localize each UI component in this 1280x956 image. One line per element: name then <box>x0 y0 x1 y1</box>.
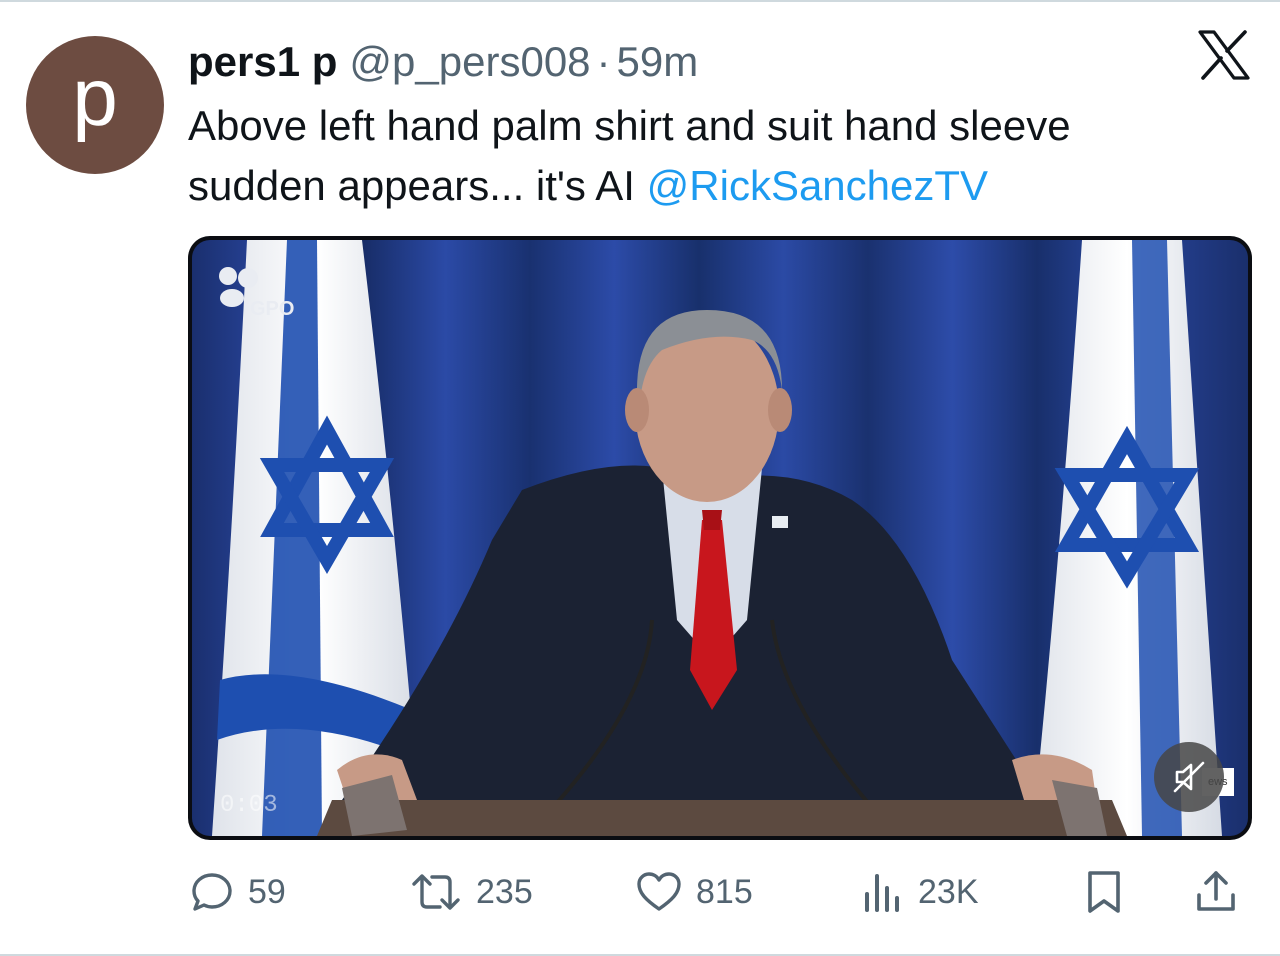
user-handle[interactable]: @p_pers008 <box>349 38 590 86</box>
tweet-header: pers1 p @p_pers008 · 59m <box>188 38 698 86</box>
video-timecode: 0:03 <box>220 792 278 819</box>
tweet-text: Above left hand palm shirt and suit hand… <box>188 96 1198 216</box>
x-logo-icon[interactable] <box>1198 30 1250 80</box>
share-icon <box>1197 871 1235 911</box>
reply-icon <box>192 873 232 911</box>
views-count: 23K <box>918 872 979 911</box>
reply-count: 59 <box>248 872 286 911</box>
mute-button[interactable] <box>1154 742 1224 812</box>
repost-icon <box>412 874 460 910</box>
video-frame[interactable]: GPO 0:03 ews <box>192 240 1248 836</box>
video-player[interactable]: GPO 0:03 ews <box>188 236 1252 840</box>
views-bar-chart-icon <box>865 874 899 912</box>
views-button[interactable]: 23K <box>862 866 979 918</box>
avatar[interactable]: p <box>26 36 164 174</box>
repost-count: 235 <box>476 872 533 911</box>
like-count: 815 <box>696 872 753 911</box>
share-button[interactable] <box>1194 866 1238 918</box>
bookmark-icon <box>1088 871 1120 913</box>
timestamp[interactable]: 59m <box>617 38 699 86</box>
gpo-logo-text: GPO <box>250 298 295 320</box>
reply-button[interactable]: 59 <box>190 866 286 918</box>
tweet-actions: 59 235 815 23K <box>188 866 1252 918</box>
separator-dot: · <box>596 38 611 85</box>
top-divider <box>0 0 1280 2</box>
speaker-muted-icon <box>1173 761 1205 793</box>
display-name[interactable]: pers1 p <box>188 38 337 86</box>
repost-button[interactable]: 235 <box>410 866 533 918</box>
heart-icon <box>637 872 681 911</box>
video-still <box>192 240 1248 836</box>
gpo-logo: GPO <box>216 264 306 324</box>
like-button[interactable]: 815 <box>636 866 753 918</box>
bookmark-button[interactable] <box>1084 866 1124 918</box>
mention-link[interactable]: @RickSanchezTV <box>647 162 988 209</box>
avatar-letter: p <box>72 52 118 143</box>
